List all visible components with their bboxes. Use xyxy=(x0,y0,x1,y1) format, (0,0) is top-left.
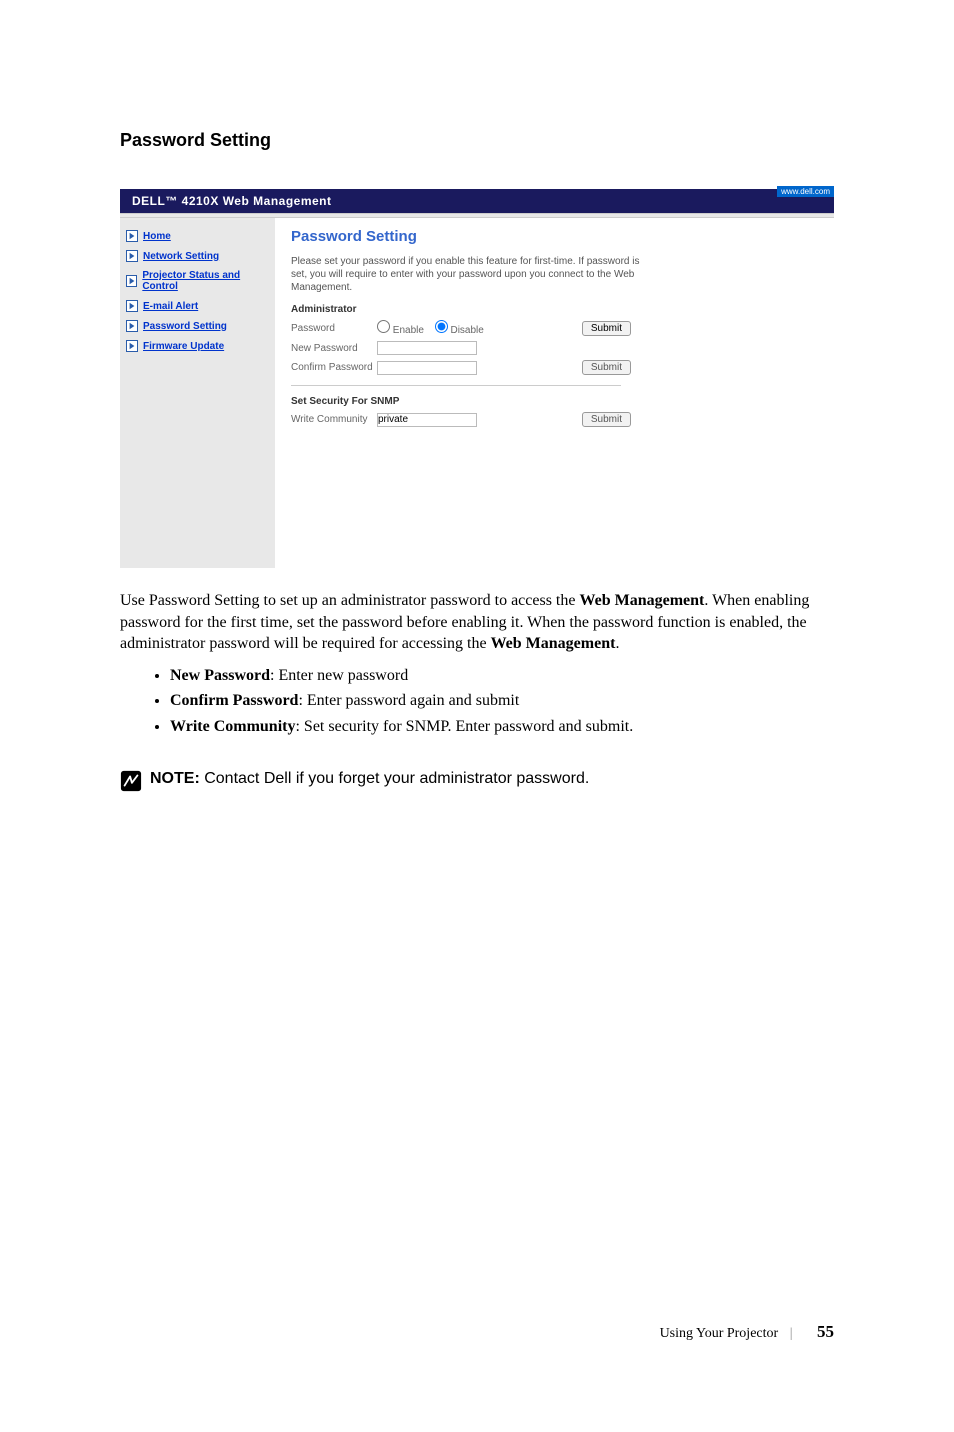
bullet-bold: New Password xyxy=(170,667,270,684)
confirm-password-row: Confirm Password Submit xyxy=(291,360,631,375)
bold-web-management: Web Management xyxy=(491,635,616,652)
sidebar-item-label: Network Setting xyxy=(143,251,219,262)
footer: Using Your Projector | 55 xyxy=(0,1322,954,1342)
enable-radio[interactable] xyxy=(377,320,390,333)
write-community-label: Write Community xyxy=(291,414,377,425)
note-content: Contact Dell if you forget your administ… xyxy=(200,770,590,787)
content-description: Please set your password if you enable t… xyxy=(291,255,651,294)
bullet-text: : Enter new password xyxy=(270,667,408,684)
sidebar-item-label: E-mail Alert xyxy=(143,301,198,312)
sidebar-item-label: Projector Status and Control xyxy=(142,270,269,292)
content-title: Password Setting xyxy=(291,228,818,245)
bullet-text: : Set security for SNMP. Enter password … xyxy=(295,718,633,735)
bullet-text: : Enter password again and submit xyxy=(298,692,519,709)
sidebar-item-label: Home xyxy=(143,231,171,242)
submit-button-disabled: Submit xyxy=(582,360,631,375)
note-block: NOTE: Contact Dell if you forget your ad… xyxy=(120,770,834,792)
sidebar-item-projector-status[interactable]: Projector Status and Control xyxy=(120,266,275,296)
enable-label: Enable xyxy=(393,325,424,336)
bullet-bold: Confirm Password xyxy=(170,692,298,709)
dell-logo-text: DELL™ 4210X Web Management xyxy=(132,194,332,208)
paragraph-text: . xyxy=(615,635,619,652)
arrow-icon xyxy=(126,230,138,242)
sidebar-item-label: Firmware Update xyxy=(143,341,224,352)
password-radio-group[interactable]: Enable Disable xyxy=(377,320,507,336)
page-number: 55 xyxy=(817,1322,834,1341)
sidebar-item-firmware-update[interactable]: Firmware Update xyxy=(120,336,275,356)
new-password-label: New Password xyxy=(291,343,377,354)
submit-button[interactable]: Submit xyxy=(582,321,631,336)
web-management-screenshot: www.dell.com DELL™ 4210X Web Management … xyxy=(120,186,834,568)
password-label: Password xyxy=(291,323,377,334)
footer-separator: | xyxy=(790,1326,794,1341)
arrow-icon xyxy=(126,300,138,312)
snmp-section-label: Set Security For SNMP xyxy=(291,396,621,407)
list-item: Confirm Password: Enter password again a… xyxy=(170,688,834,714)
disable-label: Disable xyxy=(450,325,483,336)
page-heading: Password Setting xyxy=(120,130,834,151)
sidebar-item-network-setting[interactable]: Network Setting xyxy=(120,246,275,266)
arrow-icon xyxy=(126,340,138,352)
new-password-row: New Password xyxy=(291,341,631,355)
snmp-row: Write Community Submit xyxy=(291,412,631,427)
divider xyxy=(291,385,621,386)
arrow-icon xyxy=(126,250,138,262)
bullet-bold: Write Community xyxy=(170,718,295,735)
note-icon xyxy=(120,770,142,792)
footer-label: Using Your Projector xyxy=(660,1326,779,1341)
administrator-section-label: Administrator xyxy=(291,304,621,315)
sidebar-item-email-alert[interactable]: E-mail Alert xyxy=(120,296,275,316)
submit-button-disabled: Submit xyxy=(582,412,631,427)
sidebar: Home Network Setting Projector Status an… xyxy=(120,218,275,568)
password-row: Password Enable Disable Submit xyxy=(291,320,631,336)
new-password-input[interactable] xyxy=(377,341,477,355)
note-text: NOTE: Contact Dell if you forget your ad… xyxy=(150,770,589,788)
sidebar-item-label: Password Setting xyxy=(143,321,227,332)
arrow-icon xyxy=(126,320,138,332)
list-item: New Password: Enter new password xyxy=(170,663,834,689)
disable-radio[interactable] xyxy=(435,320,448,333)
confirm-password-input[interactable] xyxy=(377,361,477,375)
sidebar-item-password-setting[interactable]: Password Setting xyxy=(120,316,275,336)
content-area: Password Setting Please set your passwor… xyxy=(275,218,834,568)
sidebar-item-home[interactable]: Home xyxy=(120,226,275,246)
body-text: Use Password Setting to set up an admini… xyxy=(120,590,834,655)
bullet-list: New Password: Enter new password Confirm… xyxy=(170,663,834,740)
paragraph-text: Use Password Setting to set up an admini… xyxy=(120,592,579,609)
write-community-input[interactable] xyxy=(377,413,477,427)
list-item: Write Community: Set security for SNMP. … xyxy=(170,714,834,740)
bold-web-management: Web Management xyxy=(579,592,704,609)
confirm-password-label: Confirm Password xyxy=(291,362,377,373)
note-label: NOTE: xyxy=(150,770,200,787)
header-bar: DELL™ 4210X Web Management xyxy=(120,189,834,213)
arrow-icon xyxy=(126,275,137,287)
